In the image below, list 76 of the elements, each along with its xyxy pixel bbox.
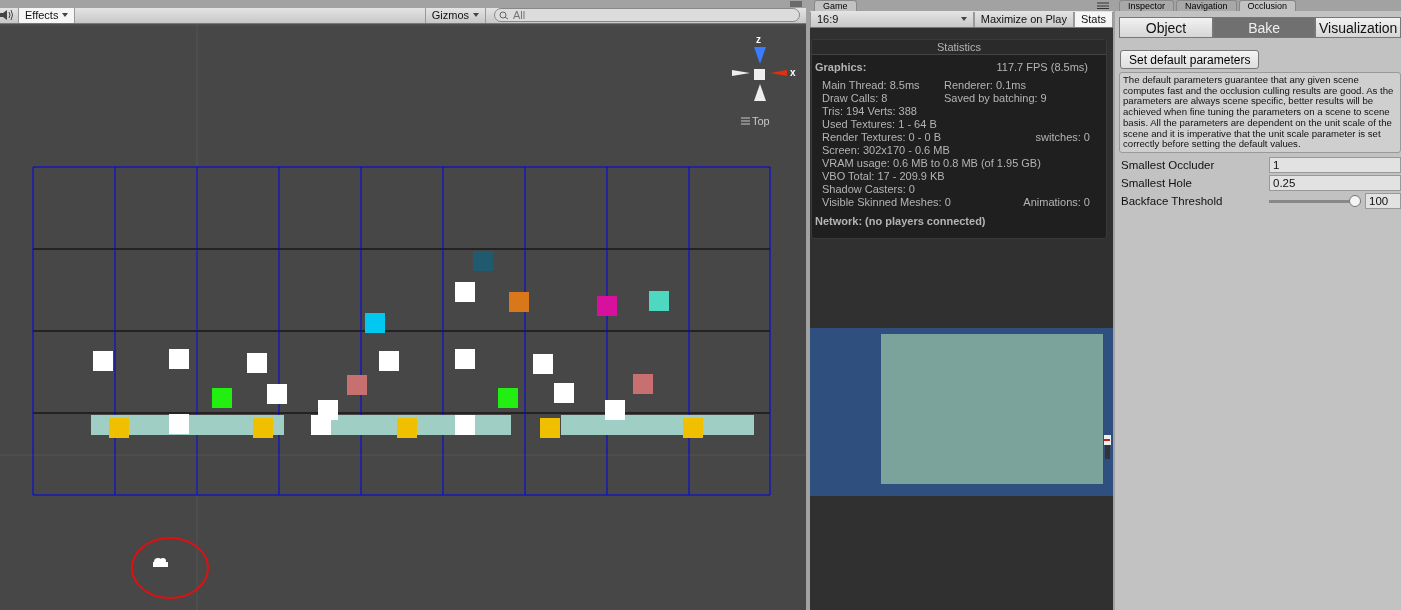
input-field[interactable]: 1: [1269, 156, 1401, 173]
sprite-square: [93, 351, 113, 371]
stat-text: Shadow Casters: 0: [822, 183, 916, 196]
stat-text: Animations: 0: [1023, 196, 1090, 209]
input-field[interactable]: 0.25: [1269, 174, 1401, 191]
sprite-square: [597, 296, 617, 316]
mode-tab[interactable]: Object: [1119, 17, 1213, 38]
search-icon: [499, 11, 509, 21]
field-label: Backface Threshold: [1121, 194, 1224, 207]
toggle-button[interactable]: Stats: [1073, 11, 1113, 27]
help-text: The default parameters guarantee that any given scene computes fast and the occlusion culling results are good. As the parameters are always scene specific, better results will be achieved when fine tuning the parameters on a scene to scene basis. All the parameters are dependent on the unit scale of the scene and it is imperative that the unit scale parameter is set correctly before setting the default values.: [1119, 72, 1401, 153]
stat-text: Screen: 302x170 - 0.6 MB: [822, 144, 951, 157]
sprite-square: [554, 383, 574, 403]
stat-text: Used Textures: 1 - 64 B: [822, 118, 938, 131]
panel-title: Statistics: [812, 40, 1106, 55]
panel-tab[interactable]: Occlusion: [1238, 0, 1297, 11]
sprite-square: [347, 375, 367, 395]
default-parameters-button[interactable]: Set default parameters: [1120, 50, 1260, 69]
search-field[interactable]: All: [494, 8, 800, 23]
section-heading: Graphics:: [815, 61, 867, 73]
sprite-square: [365, 313, 385, 333]
sprite-square: [455, 415, 475, 435]
field-label: Smallest Occluder: [1121, 158, 1216, 171]
sprite-square: [683, 418, 703, 438]
caret-icon: [960, 17, 967, 21]
view-name: Top: [752, 115, 770, 127]
stat-text: VRAM usage: 0.6 MB to 0.8 MB (of 1.95 GB): [822, 157, 1042, 170]
sprite-square: [455, 282, 475, 302]
sprite-square: [267, 384, 287, 404]
field-label: Smallest Hole: [1121, 176, 1193, 189]
slider-thumb[interactable]: [1349, 194, 1361, 207]
panel-tab[interactable]: Navigation: [1176, 0, 1237, 11]
sprite-square: [473, 251, 493, 271]
sprite-square: [397, 418, 417, 438]
stat-text: Visible Skinned Meshes: 0: [822, 196, 952, 209]
panel-tab[interactable]: Inspector: [1119, 0, 1175, 11]
axis-label: z: [756, 34, 761, 45]
gizmos-dropdown[interactable]: Gizmos: [424, 7, 486, 23]
stat-text: Saved by batching: 9: [944, 92, 1048, 105]
sprite-square: [253, 418, 273, 438]
stat-text: VBO Total: 17 - 209.9 KB: [822, 170, 946, 183]
mode-tab[interactable]: Visualization: [1315, 17, 1401, 38]
sprite-square: [498, 388, 518, 408]
sprite-square: [169, 414, 189, 434]
stat-text: Draw Calls: 8: [822, 92, 889, 105]
sprite-square: [311, 415, 331, 435]
stat-text: switches: 0: [1035, 131, 1090, 144]
toggle-button[interactable]: Maximize on Play: [973, 11, 1074, 27]
sprite-square: [509, 292, 529, 312]
sprite-square: [169, 349, 189, 369]
sprite-square: [212, 388, 232, 408]
input-field[interactable]: 100: [1365, 192, 1401, 209]
view-mode-label[interactable]: Top: [741, 115, 770, 127]
aspect-dropdown[interactable]: 16:9: [810, 11, 974, 27]
caret-icon: [473, 13, 479, 18]
sprite-square: [533, 354, 553, 374]
gizmo-drawing[interactable]: [732, 47, 787, 101]
caret-icon: [62, 13, 69, 18]
sprite-square: [633, 374, 653, 394]
sprite-square: [649, 291, 669, 311]
mode-tab[interactable]: Bake: [1213, 17, 1316, 38]
sprite-square: [605, 400, 625, 420]
fps-value: 117.7 FPS (8.5ms): [996, 61, 1088, 73]
stat-text: Main Thread: 8.5ms: [822, 79, 921, 92]
sprite-square: [455, 349, 475, 369]
section-heading: Network: (no players connected): [815, 215, 986, 227]
stat-text: Renderer: 0.1ms: [944, 79, 1027, 92]
stat-text: Render Textures: 0 - 0 B: [822, 131, 943, 144]
sprite-square: [109, 418, 129, 438]
stat-text: Tris: 194 Verts: 388: [822, 105, 918, 118]
sprite-square: [379, 351, 399, 371]
axis-label: x: [790, 67, 796, 78]
camera-icon[interactable]: [153, 558, 168, 567]
sprite-square: [540, 418, 560, 438]
speaker-icon[interactable]: [0, 9, 14, 22]
sprite-square: [247, 353, 267, 373]
